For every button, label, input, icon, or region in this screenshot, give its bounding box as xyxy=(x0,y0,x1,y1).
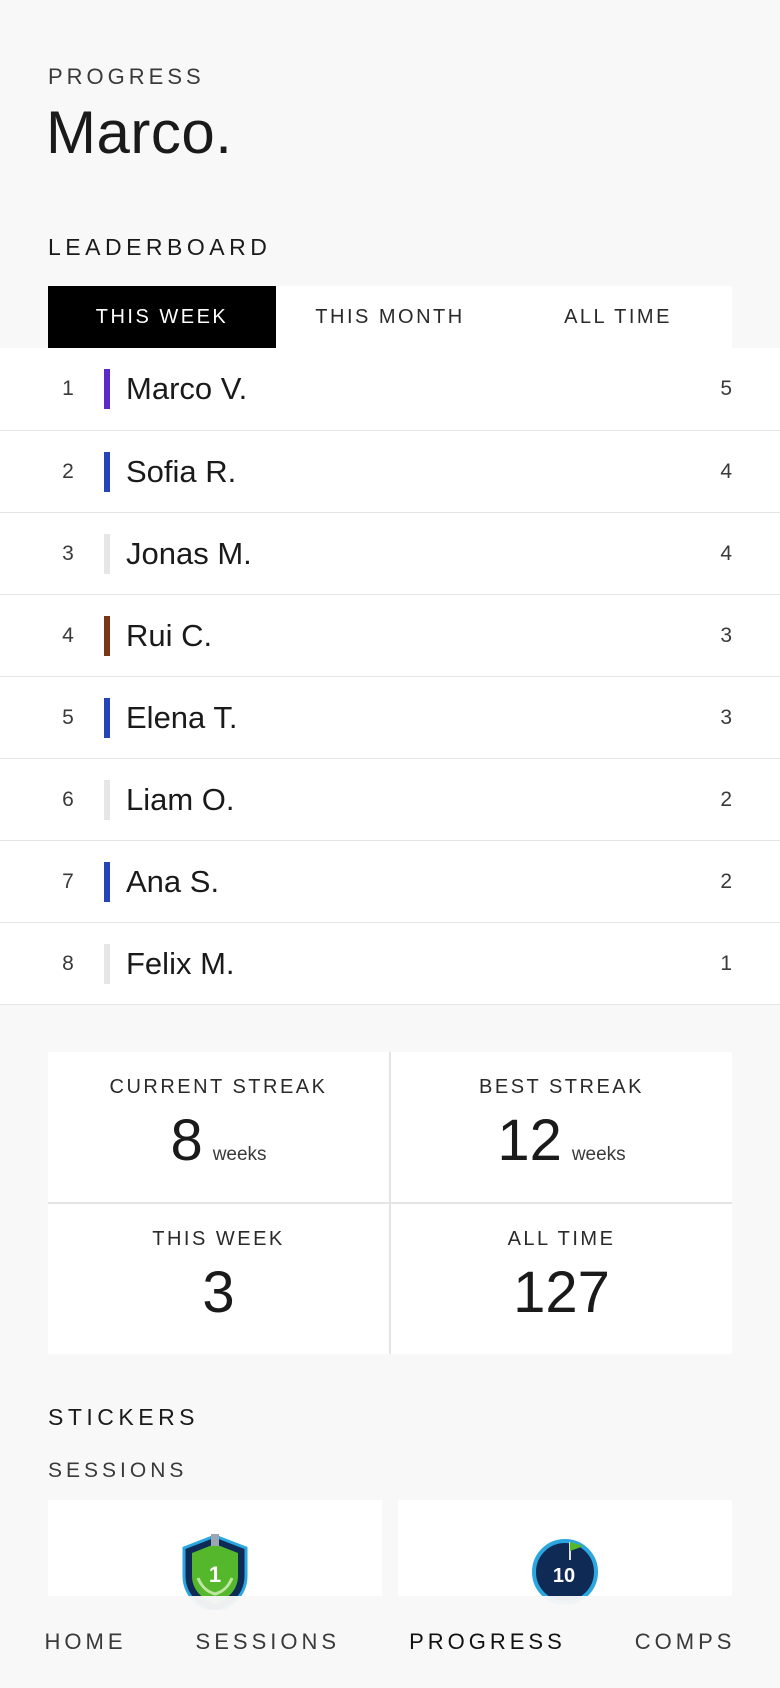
stat-label: CURRENT STREAK xyxy=(109,1076,328,1098)
row-score: 3 xyxy=(720,705,732,729)
stat-all-time: ALL TIME 127 xyxy=(391,1204,732,1354)
row-color-bar xyxy=(104,780,110,820)
progress-screen: PROGRESS Marco. LEADERBOARD THIS WEEK TH… xyxy=(0,0,780,1688)
row-score: 4 xyxy=(720,459,732,483)
page-eyebrow: PROGRESS xyxy=(48,64,205,89)
stat-current-streak: CURRENT STREAK 8 weeks xyxy=(48,1052,389,1202)
stat-label: THIS WEEK xyxy=(152,1228,285,1250)
row-rank: 4 xyxy=(62,623,74,647)
row-name: Sofia R. xyxy=(126,453,237,489)
stat-this-week: THIS WEEK 3 xyxy=(48,1204,389,1354)
stickers-heading: STICKERS xyxy=(48,1404,200,1430)
leaderboard-row[interactable]: 6 Liam O. 2 xyxy=(0,758,780,840)
sticker-card[interactable]: 1 xyxy=(48,1500,382,1610)
sticker-card[interactable]: 10 xyxy=(398,1500,732,1610)
row-rank: 1 xyxy=(62,377,74,400)
stats-grid: CURRENT STREAK 8 weeks BEST STREAK 12 we… xyxy=(48,1052,732,1354)
leaderboard-row[interactable]: 8 Felix M. 1 xyxy=(0,922,780,1004)
row-rank: 5 xyxy=(62,705,74,729)
row-color-bar xyxy=(104,452,110,492)
tab-this-month[interactable]: THIS MONTH xyxy=(276,286,504,348)
leaderboard-row[interactable]: 7 Ana S. 2 xyxy=(0,840,780,922)
sticker-label: 1 xyxy=(209,1562,221,1587)
row-rank: 8 xyxy=(62,951,74,975)
leaderboard-row[interactable]: 1 Marco V. 5 xyxy=(0,348,780,430)
sticker-label: 10 xyxy=(553,1565,575,1587)
row-color-bar xyxy=(104,944,110,984)
stat-best-streak: BEST STREAK 12 weeks xyxy=(391,1052,732,1202)
row-rank: 6 xyxy=(62,787,74,811)
row-color-bar xyxy=(104,369,110,409)
row-name: Elena T. xyxy=(126,699,238,735)
leaderboard-row[interactable]: 2 Sofia R. 4 xyxy=(0,430,780,512)
stat-value: 3 xyxy=(202,1260,235,1325)
row-color-bar xyxy=(104,862,110,902)
row-name: Marco V. xyxy=(126,371,248,406)
row-color-bar xyxy=(104,616,110,656)
row-score: 2 xyxy=(720,787,732,811)
stat-unit: weeks xyxy=(571,1144,626,1165)
nav-progress[interactable]: PROGRESS xyxy=(409,1629,566,1655)
row-name: Felix M. xyxy=(126,945,235,981)
row-color-bar xyxy=(104,534,110,574)
stat-value: 12 xyxy=(497,1108,562,1173)
bottom-nav: HOME SESSIONS PROGRESS COMPS xyxy=(0,1596,780,1688)
stat-unit: weeks xyxy=(212,1144,267,1165)
tab-this-week[interactable]: THIS WEEK xyxy=(48,286,276,348)
page-title: Marco. xyxy=(46,99,233,166)
row-score: 4 xyxy=(720,541,732,565)
row-rank: 2 xyxy=(62,459,74,483)
leaderboard-heading: LEADERBOARD xyxy=(48,234,272,260)
row-score: 3 xyxy=(720,623,732,647)
stat-value: 127 xyxy=(513,1260,610,1325)
row-color-bar xyxy=(104,698,110,738)
row-name: Jonas M. xyxy=(126,535,252,571)
row-score: 2 xyxy=(720,869,732,893)
nav-comps[interactable]: COMPS xyxy=(635,1629,736,1655)
row-name: Ana S. xyxy=(126,863,220,899)
leaderboard-row[interactable]: 5 Elena T. 3 xyxy=(0,676,780,758)
leaderboard-row[interactable]: 4 Rui C. 3 xyxy=(0,594,780,676)
stat-label: ALL TIME xyxy=(507,1228,616,1250)
row-rank: 3 xyxy=(62,541,74,565)
row-rank: 7 xyxy=(62,869,74,893)
row-score: 1 xyxy=(720,951,732,975)
stat-label: BEST STREAK xyxy=(479,1076,644,1098)
nav-sessions[interactable]: SESSIONS xyxy=(196,1629,340,1655)
leaderboard-list: 1 Marco V. 5 2 Sofia R. 4 3 Jonas M. 4 4… xyxy=(0,348,780,1005)
tab-all-time[interactable]: ALL TIME xyxy=(504,286,732,348)
row-score: 5 xyxy=(720,377,732,400)
stickers-row: 1 10 xyxy=(48,1500,732,1610)
nav-home[interactable]: HOME xyxy=(45,1629,127,1655)
stickers-subheading: SESSIONS xyxy=(48,1459,188,1482)
row-name: Liam O. xyxy=(126,781,235,817)
row-name: Rui C. xyxy=(126,617,213,653)
stat-value: 8 xyxy=(170,1108,203,1173)
leaderboard-tabs: THIS WEEK THIS MONTH ALL TIME xyxy=(48,286,732,348)
leaderboard-row[interactable]: 3 Jonas M. 4 xyxy=(0,512,780,594)
